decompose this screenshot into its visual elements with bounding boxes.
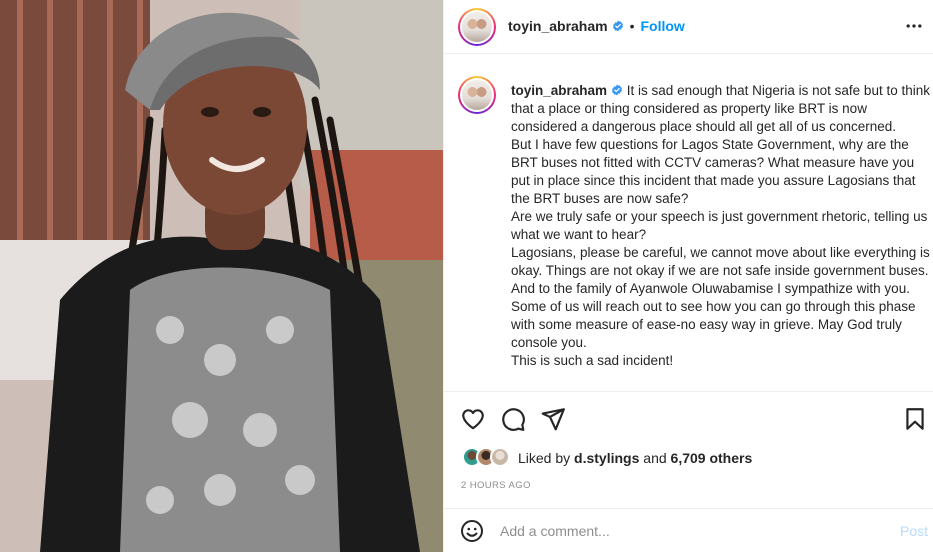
verified-badge-icon [612,84,623,96]
liker-username[interactable]: d.stylings [574,450,639,466]
post-photo-illustration [0,0,443,552]
post-side-panel: toyin_abraham • Follow toyin_abraham It is… [443,0,933,552]
caption-area: toyin_abraham It is sad enough that Nige… [444,54,933,391]
author-avatar[interactable] [458,8,496,46]
likes-row: Liked by d.stylings and 6,709 others [462,447,752,469]
caption-username[interactable]: toyin_abraham [511,83,607,98]
post-timestamp[interactable]: 2 HOURS AGO [461,480,531,491]
post-photo[interactable] [0,0,443,552]
more-horizontal-icon[interactable] [904,16,924,36]
caption-text: toyin_abraham It is sad enough that Nige… [511,82,933,370]
caption-author-avatar[interactable] [458,76,496,114]
caption-body: It is sad enough that Nigeria is not saf… [511,83,930,368]
author-line: toyin_abraham • Follow [508,18,685,36]
heart-icon[interactable] [460,406,486,432]
bookmark-icon[interactable] [902,406,928,432]
comment-input[interactable] [500,521,860,541]
liker-avatars[interactable] [462,447,518,469]
likes-text: Liked by d.stylings and 6,709 others [518,450,752,466]
comment-icon[interactable] [500,406,526,432]
likes-others-link[interactable]: 6,709 others [671,450,753,466]
follow-button[interactable]: Follow [641,18,685,34]
likes-joiner: and [639,450,671,466]
share-icon[interactable] [540,406,566,432]
instagram-post: toyin_abraham • Follow toyin_abraham It is… [0,0,933,552]
likes-prefix: Liked by [518,450,575,466]
liker-avatar [490,447,510,467]
post-comment-button[interactable]: Post [900,523,928,539]
comment-bar: Post [444,508,933,552]
author-username[interactable]: toyin_abraham [508,18,608,34]
emoji-icon[interactable] [460,519,484,543]
post-header: toyin_abraham • Follow [444,0,933,54]
header-separator: • [629,18,635,34]
verified-badge-icon [612,20,623,32]
